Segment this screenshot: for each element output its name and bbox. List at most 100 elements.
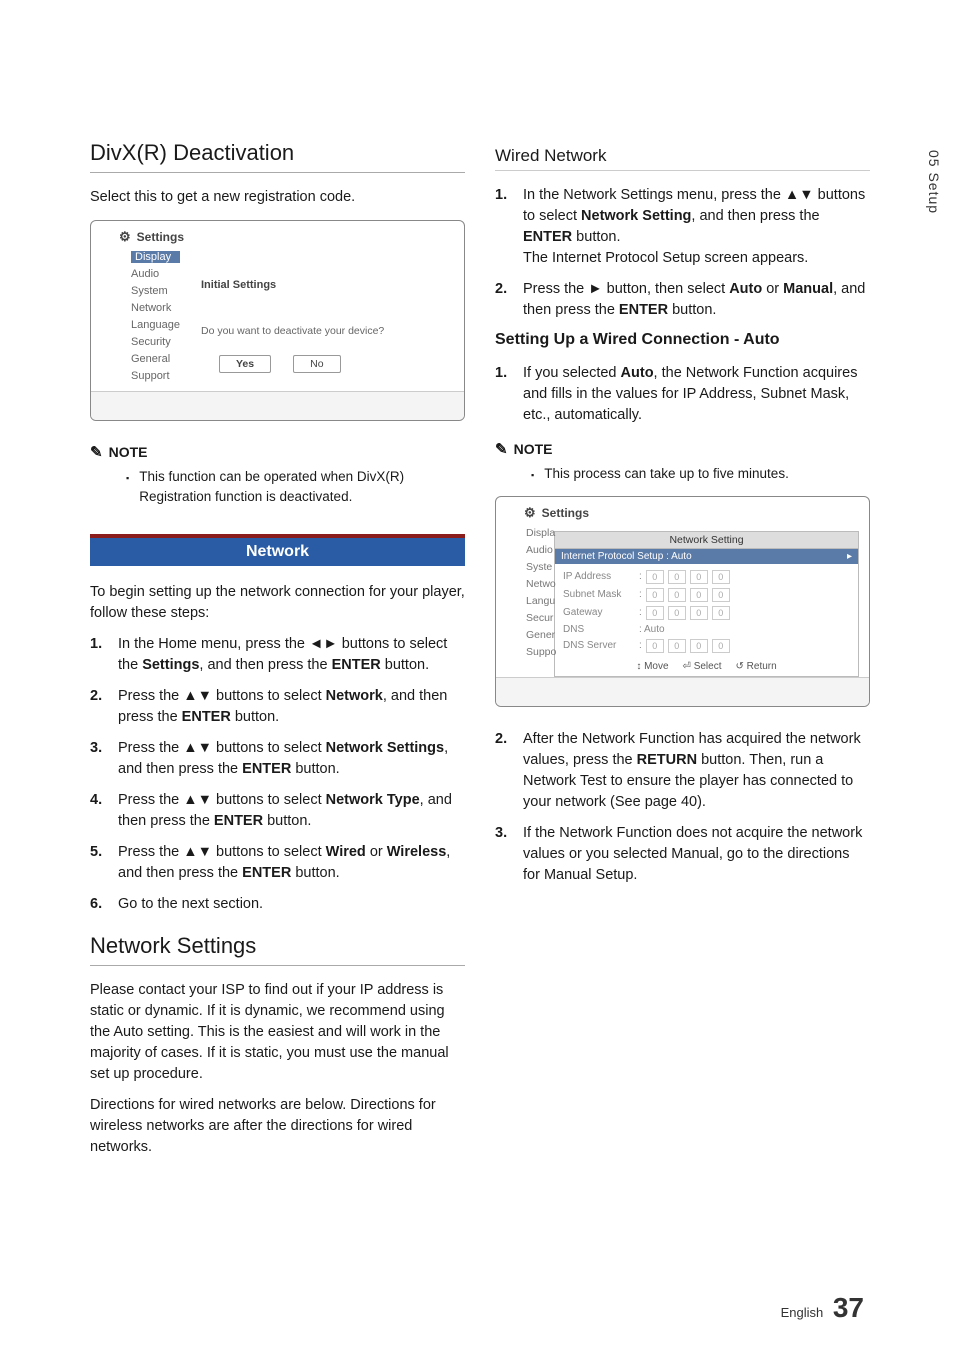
menu-item[interactable]: Network: [131, 302, 180, 314]
gear-icon: ⚙: [524, 505, 536, 521]
step-text: Press the ▲▼ buttons to select Network, …: [118, 686, 465, 728]
octet-cell[interactable]: 0: [668, 639, 686, 653]
octet-cell[interactable]: 0: [668, 606, 686, 620]
note-header-right: ✎ NOTE: [495, 440, 870, 458]
octet-cell[interactable]: 0: [712, 639, 730, 653]
step-number: 1.: [495, 185, 513, 269]
note-text: This function can be operated when DivX(…: [139, 467, 465, 506]
footer-hint: ⏎ Select: [683, 661, 722, 672]
step-text: Press the ▲▼ buttons to select Network T…: [118, 790, 465, 832]
net-row-label: Subnet Mask: [563, 589, 633, 600]
menu-item[interactable]: Gener: [526, 629, 556, 641]
side-tab: 05 Setup: [926, 150, 942, 214]
octet-cell[interactable]: 0: [646, 639, 664, 653]
octet-row: :0000: [639, 639, 850, 653]
left-column: DivX(R) Deactivation Select this to get …: [90, 140, 465, 1168]
paragraph-netset2: Directions for wired networks are below.…: [90, 1095, 465, 1158]
menu-item[interactable]: Language: [131, 319, 180, 331]
octet-cell[interactable]: 0: [646, 570, 664, 584]
dialog-buttons: Yes No: [219, 355, 464, 391]
menu-item[interactable]: Secur: [526, 612, 556, 624]
octet-cell[interactable]: 0: [690, 570, 708, 584]
step-number: 4.: [90, 790, 108, 832]
heading-divx: DivX(R) Deactivation: [90, 140, 465, 173]
chapter-title: Setup: [926, 172, 942, 214]
octet-cell[interactable]: 0: [712, 606, 730, 620]
note-label: NOTE: [514, 441, 553, 457]
menu-item[interactable]: Audio: [131, 268, 180, 280]
menu-item[interactable]: System: [131, 285, 180, 297]
menu-item[interactable]: Display: [131, 251, 180, 263]
step-number: 1.: [495, 363, 513, 426]
octet-cell[interactable]: 0: [668, 588, 686, 602]
settings-menu: Display Audio System Network Language Securit…: [131, 251, 180, 382]
step-item: 1.In the Home menu, press the ◄► buttons…: [90, 634, 465, 676]
menu-item[interactable]: Support: [131, 370, 180, 382]
dialog-question: Do you want to deactivate your device?: [201, 325, 464, 337]
octet-cell[interactable]: 0: [712, 570, 730, 584]
page-content: DivX(R) Deactivation Select this to get …: [90, 140, 870, 1168]
onscreen-network-box: ⚙ Settings DisplaAudioSysteNetwoLanguSec…: [495, 496, 870, 707]
step-number: 3.: [495, 823, 513, 886]
paragraph-begin: To begin setting up the network connecti…: [90, 582, 465, 624]
network-setting-panel: Network Setting Internet Protocol Setup …: [554, 531, 859, 677]
net-row-label: Gateway: [563, 607, 633, 618]
paragraph-netset1: Please contact your ISP to find out if y…: [90, 980, 465, 1085]
step-item: 3.Press the ▲▼ buttons to select Network…: [90, 738, 465, 780]
auto-step-list: 1.If you selected Auto, the Network Func…: [495, 363, 870, 426]
step-item: 2.Press the ▲▼ buttons to select Network…: [90, 686, 465, 728]
box-footer-strip: [496, 678, 869, 706]
paragraph-divx: Select this to get a new registration co…: [90, 187, 465, 208]
footer-page-number: 37: [833, 1292, 864, 1323]
step-item: 4.Press the ▲▼ buttons to select Network…: [90, 790, 465, 832]
note-label: NOTE: [109, 444, 148, 460]
menu-item[interactable]: Security: [131, 336, 180, 348]
menu-item[interactable]: Langu: [526, 595, 556, 607]
octet-row: :0000: [639, 570, 850, 584]
menu-item[interactable]: Syste: [526, 561, 556, 573]
step-number: 2.: [495, 729, 513, 813]
menu-item[interactable]: Displa: [526, 527, 556, 539]
octet-cell[interactable]: 0: [646, 588, 664, 602]
step-item: 5.Press the ▲▼ buttons to select Wired o…: [90, 842, 465, 884]
net-row-label: DNS: [563, 624, 633, 635]
protocol-setup-row[interactable]: Internet Protocol Setup : Auto ▸: [555, 549, 858, 564]
step-item: 3.If the Network Function does not acqui…: [495, 823, 870, 886]
menu-item[interactable]: Netwo: [526, 578, 556, 590]
menu-item[interactable]: Audio: [526, 544, 556, 556]
octet-cell[interactable]: 0: [690, 588, 708, 602]
step-text: Press the ▲▼ buttons to select Wired or …: [118, 842, 465, 884]
note-bullet: ▪ This function can be operated when Div…: [126, 467, 465, 506]
octet-cell[interactable]: 0: [690, 639, 708, 653]
octet-row: :0000: [639, 588, 850, 602]
step-text: Go to the next section.: [118, 894, 263, 915]
bullet-square-icon: ▪: [126, 472, 129, 506]
octet-cell[interactable]: 0: [668, 570, 686, 584]
step-text: In the Home menu, press the ◄► buttons t…: [118, 634, 465, 676]
net-row-value: : Auto: [639, 624, 850, 635]
net-row-label: IP Address: [563, 571, 633, 582]
note-icon: ✎: [495, 440, 508, 458]
menu-item[interactable]: Suppo: [526, 646, 556, 658]
settings-header: ⚙ Settings: [91, 221, 464, 249]
step-text: In the Network Settings menu, press the …: [523, 185, 870, 269]
panel-title: Network Setting: [555, 532, 858, 549]
menu-item[interactable]: General: [131, 353, 180, 365]
net-row-label: DNS Server: [563, 640, 633, 651]
octet-cell[interactable]: 0: [690, 606, 708, 620]
bullet-square-icon: ▪: [531, 469, 534, 484]
yes-button[interactable]: Yes: [219, 355, 271, 373]
step-number: 2.: [90, 686, 108, 728]
no-button[interactable]: No: [293, 355, 340, 373]
octet-cell[interactable]: 0: [646, 606, 664, 620]
step-text: If the Network Function does not acquire…: [523, 823, 870, 886]
step-item: 2.After the Network Function has acquire…: [495, 729, 870, 813]
network-values-grid: IP Address :0000 Subnet Mask :0000 Gateway :0…: [555, 564, 858, 657]
octet-cell[interactable]: 0: [712, 588, 730, 602]
right-arrow-icon: ▸: [847, 551, 852, 562]
gear-icon: ⚙: [119, 229, 131, 245]
step-number: 3.: [90, 738, 108, 780]
step-number: 1.: [90, 634, 108, 676]
step-item: 1.If you selected Auto, the Network Func…: [495, 363, 870, 426]
settings-right-pane: Initial Settings Do you want to deactiva…: [201, 249, 464, 391]
